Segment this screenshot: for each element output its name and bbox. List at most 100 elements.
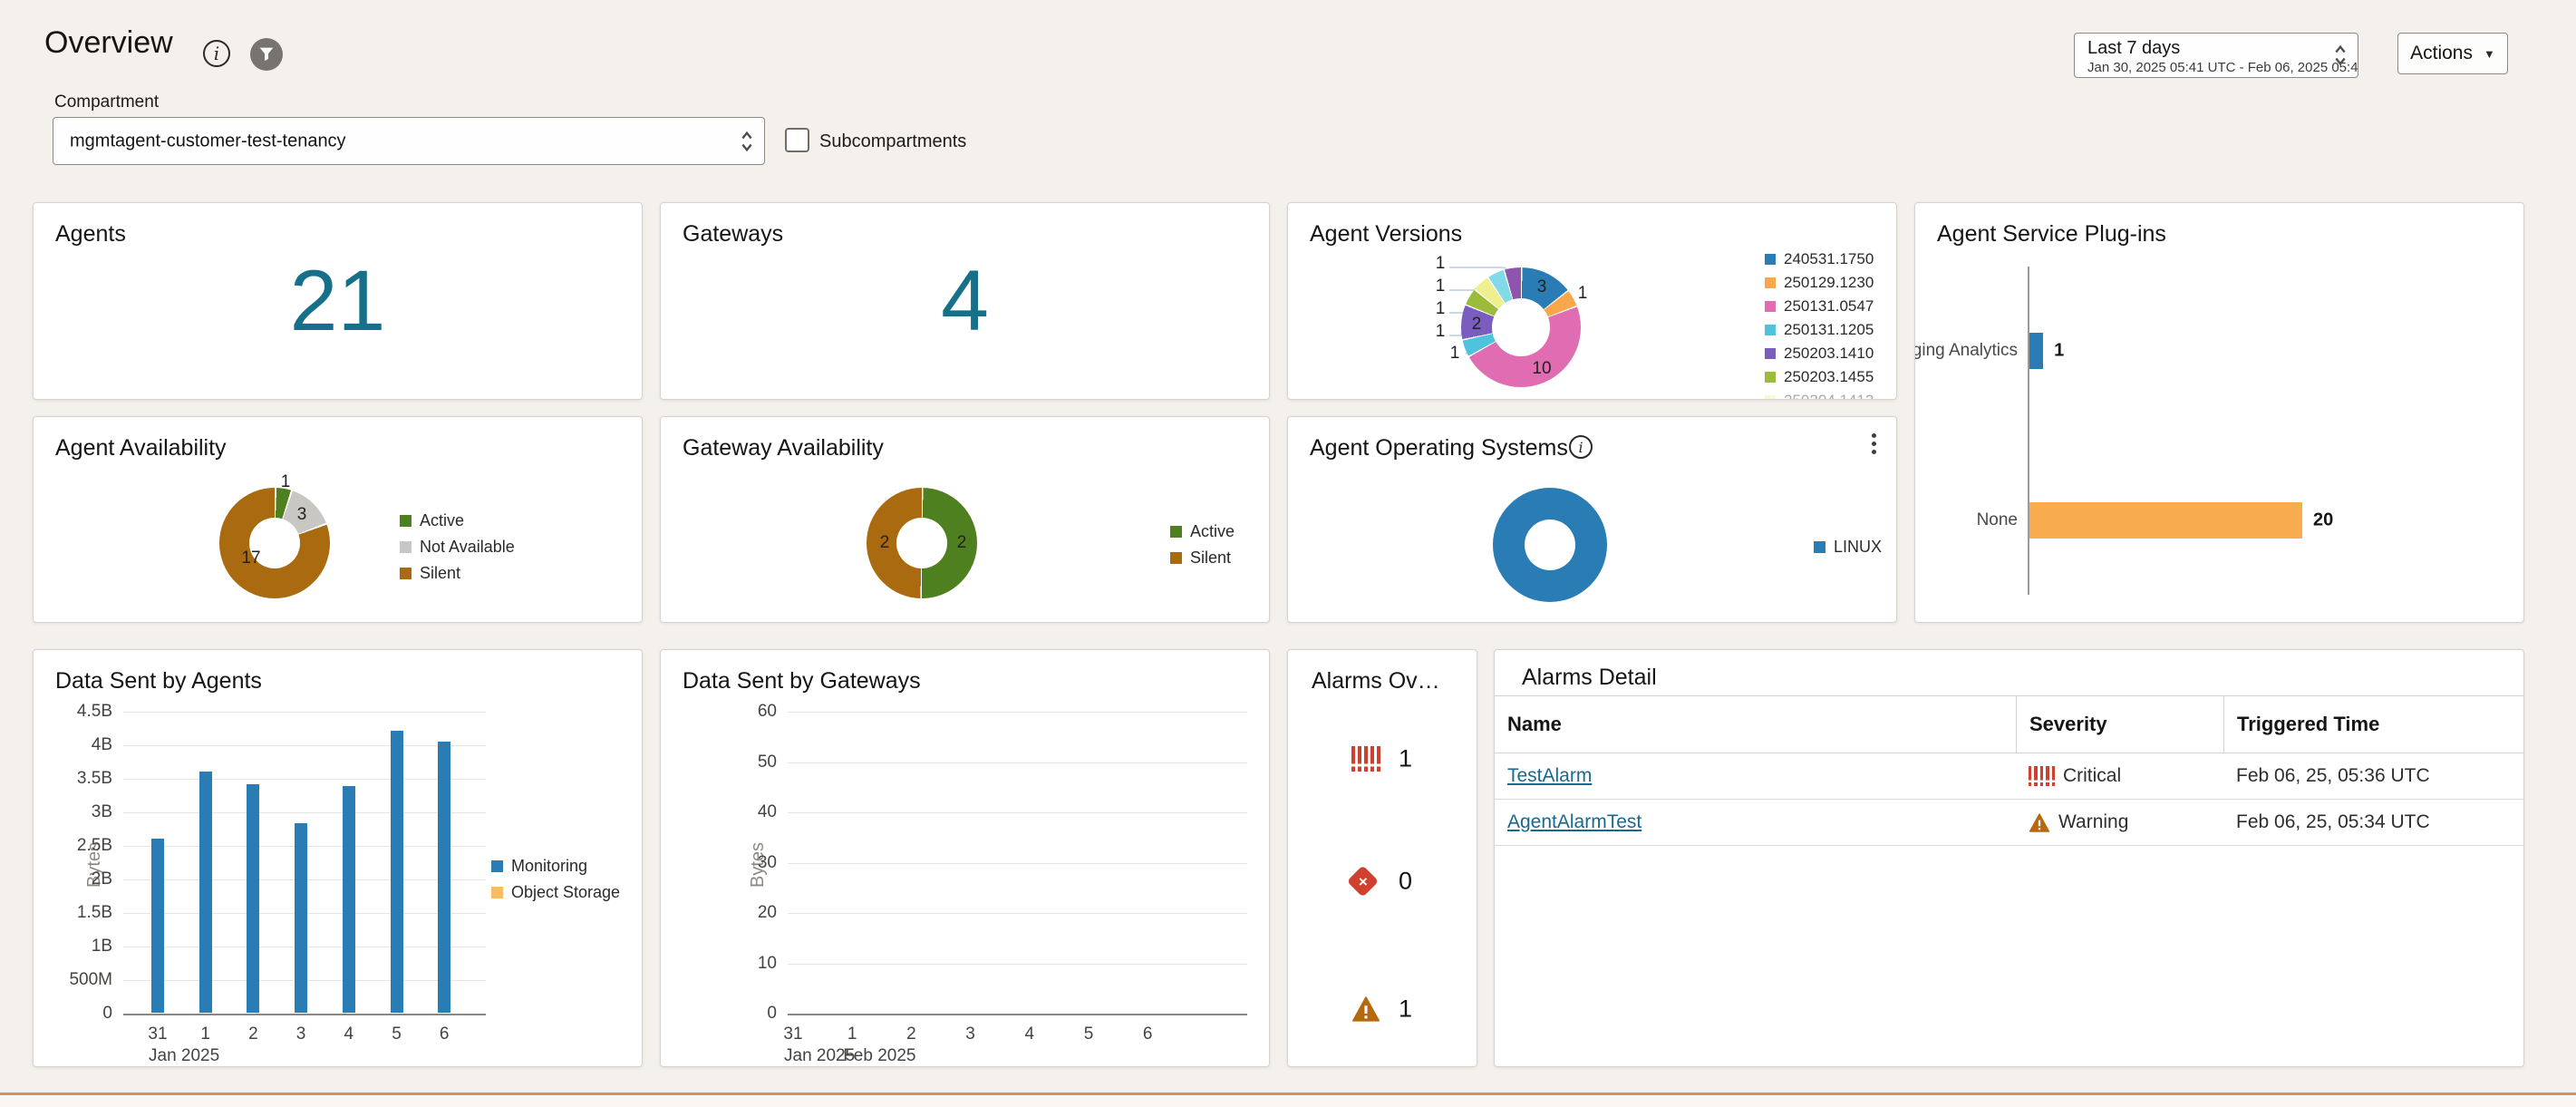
table-row[interactable]: TestAlarm Critical Feb 06, 25, 05:36 UTC [1495,753,2523,800]
actions-button[interactable]: Actions ▼ [2397,33,2508,74]
slice-label: 1 [1436,254,1446,274]
alarm-name-link[interactable]: AgentAlarmTest [1507,811,1641,833]
legend-item[interactable]: 250203.1455 [1765,368,1874,386]
gridline [123,779,486,780]
compartment-select[interactable]: mgmtagent-customer-test-tenancy [53,117,765,165]
card-title: Data Sent by Gateways [683,668,921,694]
kebab-menu-icon[interactable] [1868,430,1880,458]
legend-item[interactable]: Monitoring [491,857,620,876]
legend-item[interactable]: 240531.1750 [1765,250,1874,268]
alarms-table-header: Name Severity Triggered Time [1495,695,2523,753]
category-label: None [1977,510,2018,530]
data-sent-by-agents-legend: Monitoring Object Storage [491,857,620,902]
column-header-name[interactable]: Name [1495,696,2016,753]
legend-item[interactable]: 250131.1205 [1765,321,1874,339]
legend-swatch [400,515,412,527]
legend-item[interactable]: 250131.0547 [1765,297,1874,316]
legend-item[interactable]: Object Storage [491,883,620,902]
funnel-icon [257,44,276,64]
agent-availability-card: Agent Availability 1 3 17 Active Not Ava… [33,416,643,623]
subcompartments-label: Subcompartments [819,131,966,152]
agent-plugins-chart[interactable]: Logging Analytics 1None 20 [2028,267,2425,595]
caret-down-icon: ▼ [2484,47,2495,61]
legend-swatch [400,541,412,553]
slice-label: 1 [1450,344,1460,364]
bar[interactable] [343,786,355,1013]
bar[interactable] [151,839,164,1013]
slice-label: 3 [1537,277,1547,297]
slice-label: 2 [957,533,967,553]
data-sent-by-gateways-chart[interactable]: 0 10 20 30 40 50 6031123456Jan 2025Feb 2… [788,712,1247,1014]
critical-severity-icon [1351,746,1380,772]
error-severity-icon: × [1347,865,1379,897]
y-tick-label: 10 [758,954,777,974]
legend-item[interactable]: LINUX [1814,538,1882,557]
agent-os-donut[interactable] [1493,488,1607,602]
info-icon[interactable]: i [1569,435,1593,459]
card-title: Alarms Ov… [1312,668,1440,694]
legend-item[interactable]: 250203.1410 [1765,345,1874,363]
legend-item[interactable]: Active [400,511,515,530]
actions-button-label: Actions [2410,43,2473,64]
legend-label: Silent [1190,549,1231,568]
slice-label: 1 [1436,299,1446,319]
info-icon[interactable]: i [203,40,230,67]
column-header-severity[interactable]: Severity [2016,696,2223,753]
legend-item[interactable]: Silent [1170,549,1235,568]
severity-label: Critical [2063,765,2121,787]
card-title: Agent Service Plug-ins [1937,221,2166,248]
category-label: Logging Analytics [1914,341,2018,361]
y-tick-label: 50 [758,753,777,772]
agent-versions-card: Agent Versions 3 1 10 1 2 1 1 1 1 240531… [1287,202,1897,400]
legend-swatch [1765,325,1776,335]
legend-item[interactable]: Silent [400,564,515,583]
legend-item[interactable]: Active [1170,522,1235,541]
slice-label: 1 [1578,284,1588,304]
legend-swatch [400,568,412,579]
gateway-availability-legend: Active Silent [1170,522,1235,568]
gridline [788,762,1247,763]
bar[interactable] [391,731,403,1014]
time-range-label: Last 7 days [2087,38,2180,59]
y-tick-label: 4.5B [77,702,112,722]
legend-item[interactable]: 250204.1412 [1765,392,1874,400]
page-title: Overview [44,25,173,61]
slice-label: 10 [1532,359,1551,379]
subcompartments-checkbox[interactable] [785,128,809,152]
table-row[interactable]: AgentAlarmTest Warning Feb 06, 25, 05:34… [1495,800,2523,846]
compartment-value: mgmtagent-customer-test-tenancy [70,131,346,151]
agent-availability-legend: Active Not Available Silent [400,511,515,583]
x-axis-sublabel: Feb 2025 [843,1046,915,1066]
time-range-select[interactable]: Last 7 days Jan 30, 2025 05:41 UTC - Feb… [2074,33,2358,78]
filter-icon[interactable] [250,38,283,71]
bar[interactable] [199,772,212,1013]
legend-label: Active [420,511,464,530]
slice-label: 1 [1436,277,1446,296]
bar[interactable] [295,823,307,1013]
legend-item[interactable]: 250129.1230 [1765,274,1874,292]
gridline [123,812,486,813]
legend-label: 240531.1750 [1784,250,1874,268]
alarm-name-link[interactable]: TestAlarm [1507,765,1592,787]
slice-label: 1 [281,472,291,492]
triggered-time: Feb 06, 25, 05:36 UTC [2223,753,2523,799]
agents-card: Agents 21 [33,202,643,400]
x-axis-sublabel: Jan 2025 [149,1046,219,1066]
warning-severity-icon [1351,996,1380,1022]
bar[interactable] [438,742,450,1013]
legend-label: 250203.1455 [1784,368,1874,386]
x-tick-label: 5 [1084,1024,1094,1044]
bar[interactable] [2029,333,2043,369]
agent-availability-donut[interactable] [219,488,330,598]
bar[interactable] [2029,502,2302,539]
legend-item[interactable]: Not Available [400,538,515,557]
slice-label: 2 [880,533,890,553]
column-header-triggered-time[interactable]: Triggered Time [2223,696,2523,753]
gridline [788,1014,1247,1015]
bar[interactable] [247,784,259,1013]
legend-label: LINUX [1834,538,1882,557]
y-tick-label: 3.5B [77,769,112,789]
card-title: Agent Versions [1310,221,1462,248]
y-tick-label: 20 [758,903,777,923]
data-sent-by-agents-chart[interactable]: 0 500M 1B 1.5B 2B 2.5B 3B 3.5B 4B 4.5B31… [123,712,486,1014]
